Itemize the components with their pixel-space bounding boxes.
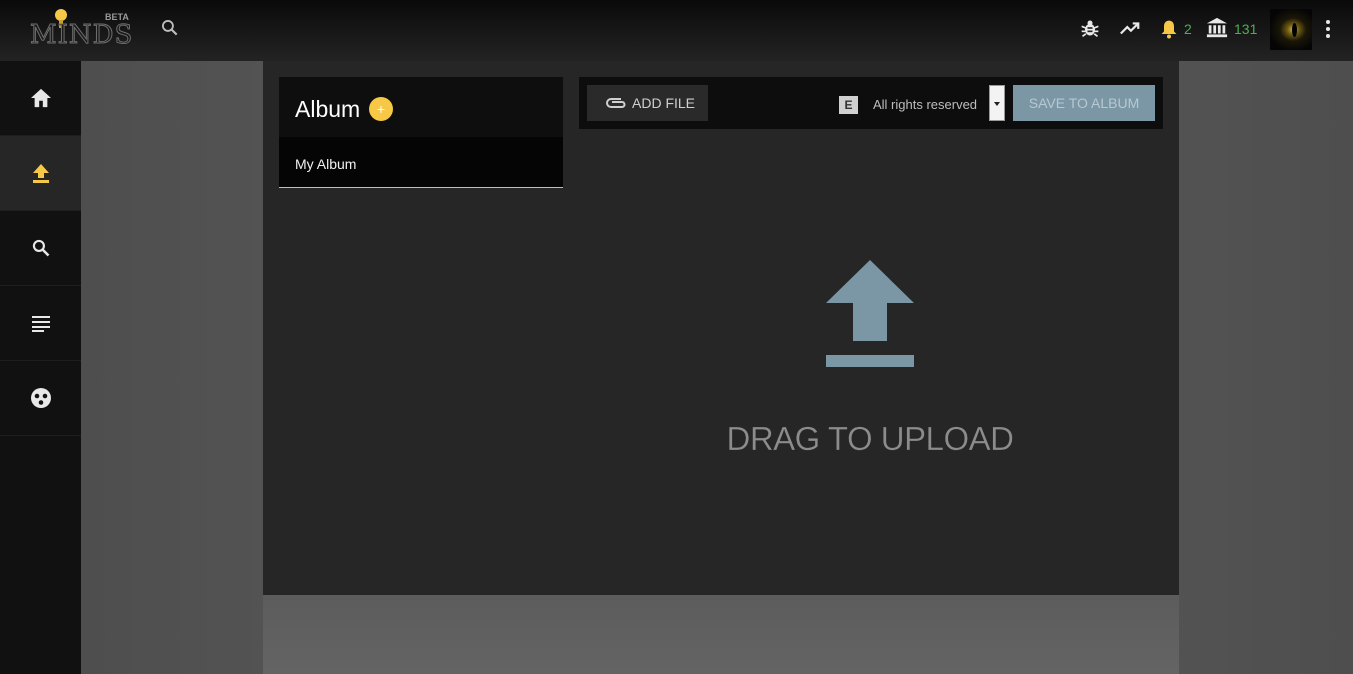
drop-zone[interactable]: DRAG TO UPLOAD <box>700 250 1040 480</box>
sidebar-item-home[interactable] <box>0 61 81 136</box>
license-text: All rights reserved <box>873 97 978 112</box>
album-card: Album + My Album <box>279 77 563 188</box>
license-badge: E <box>839 96 858 114</box>
group-icon <box>30 388 51 408</box>
logo-text: MINDS <box>29 20 134 51</box>
sidebar-item-upload[interactable] <box>0 136 81 211</box>
beta-badge: BETA <box>105 12 129 22</box>
license-dropdown[interactable] <box>989 85 1005 121</box>
subject-icon <box>31 316 50 332</box>
bank-icon[interactable] <box>1206 17 1228 39</box>
page-bottom-area <box>263 595 1179 674</box>
bug-icon[interactable] <box>1080 17 1100 39</box>
add-file-button[interactable]: ADD FILE <box>587 85 708 121</box>
more-vert-icon[interactable] <box>1320 19 1336 39</box>
album-heading: Album <box>295 96 361 122</box>
album-name: My Album <box>295 156 357 172</box>
avatar[interactable] <box>1270 9 1312 50</box>
minds-logo[interactable]: MINDS BETA <box>29 6 134 51</box>
drag-to-upload-label: DRAG TO UPLOAD <box>726 420 1014 457</box>
chevron-down-icon <box>994 102 1000 106</box>
home-icon <box>30 88 51 108</box>
save-to-album-button[interactable]: SAVE TO ALBUM <box>1013 85 1155 121</box>
upload-icon <box>32 164 49 183</box>
notifications-count: 2 <box>1184 21 1192 37</box>
upload-arrow-icon <box>826 260 914 367</box>
attachment-icon <box>606 98 626 108</box>
top-bar: MINDS BETA 2 131 <box>0 0 1353 61</box>
sidebar <box>0 61 81 674</box>
sidebar-item-newsfeed[interactable] <box>0 286 81 361</box>
sidebar-item-groups[interactable] <box>0 361 81 436</box>
add-file-label: ADD FILE <box>632 95 696 111</box>
points-count: 131 <box>1234 21 1258 37</box>
upload-toolbar: ADD FILE E All rights reserved SAVE TO A… <box>579 77 1163 129</box>
bell-icon[interactable] <box>1159 18 1179 40</box>
trending-icon[interactable] <box>1119 17 1141 39</box>
sidebar-item-search[interactable] <box>0 211 81 286</box>
search-icon <box>32 239 49 257</box>
search-icon[interactable] <box>160 18 180 38</box>
album-list-item[interactable]: My Album <box>279 137 563 187</box>
add-album-button[interactable]: + <box>369 97 393 121</box>
